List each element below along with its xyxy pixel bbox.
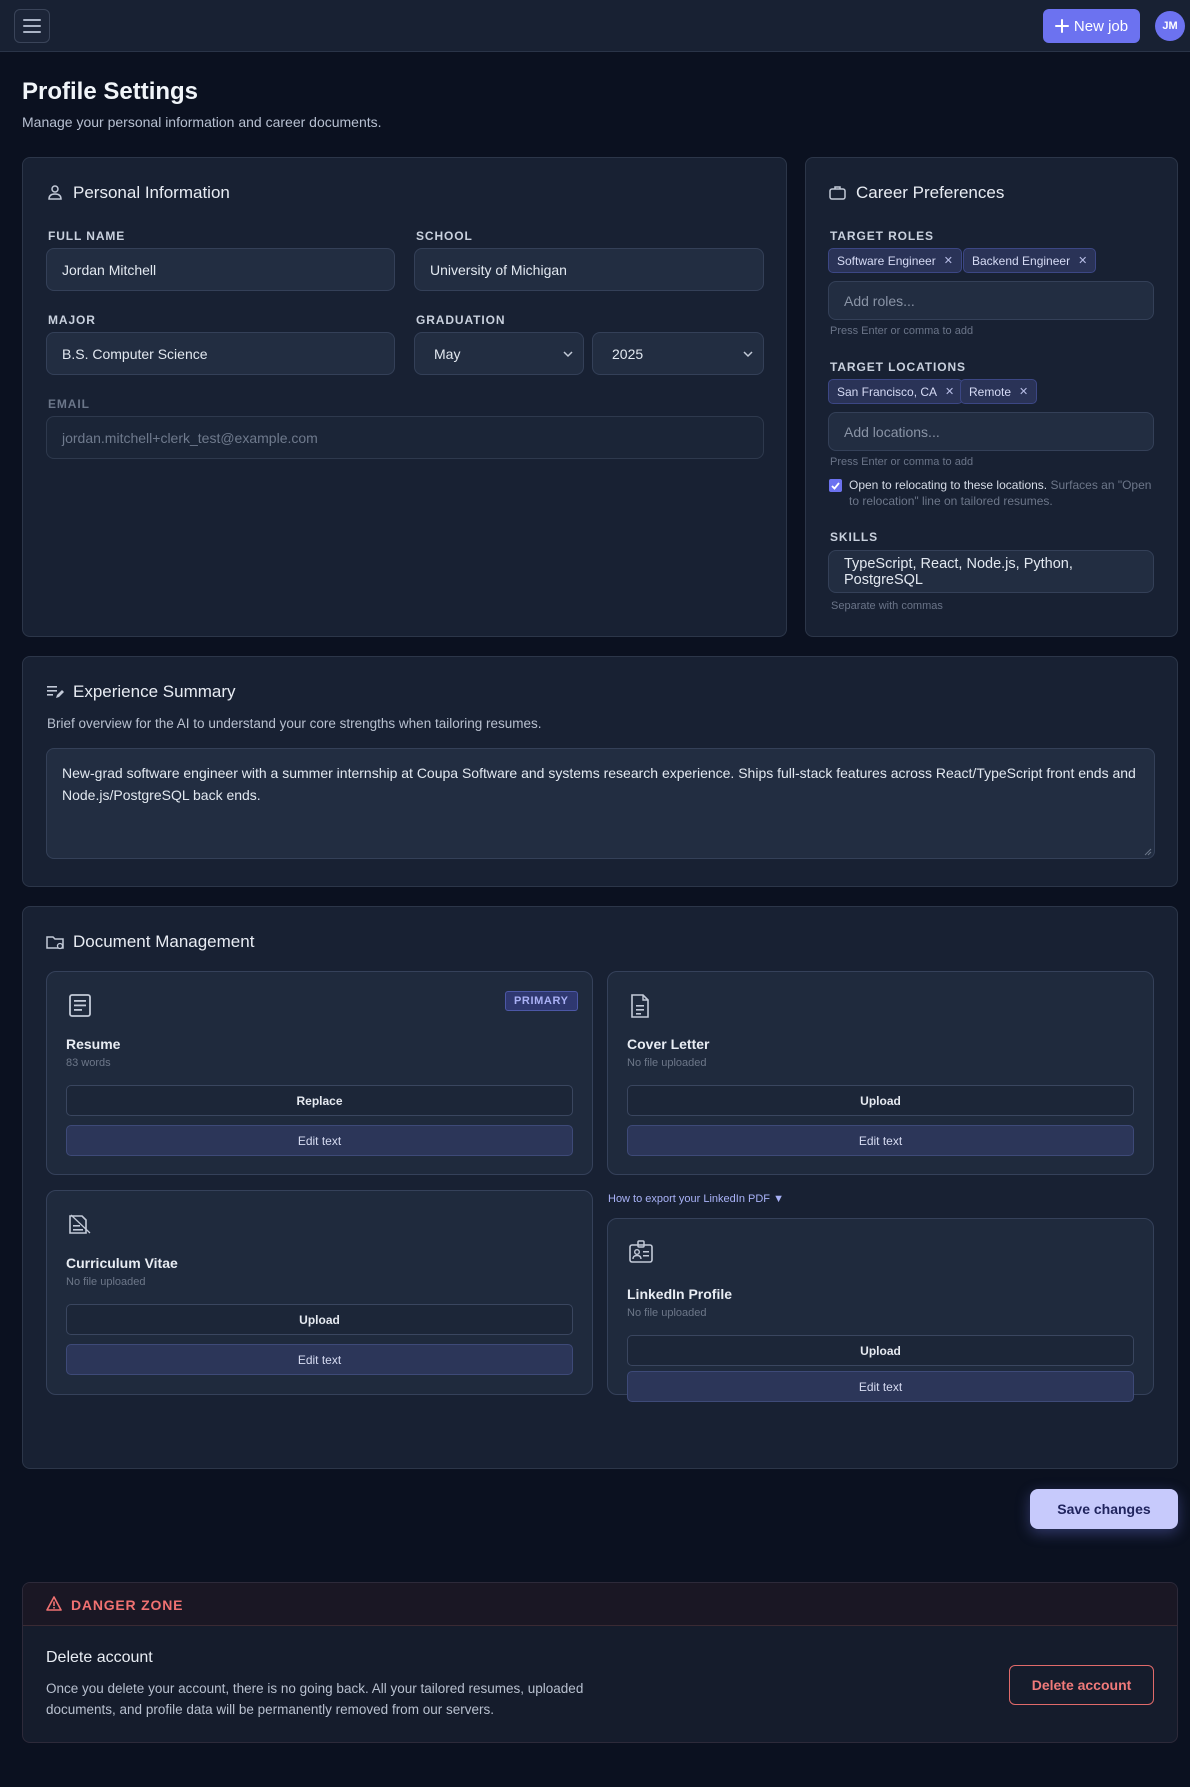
top-bar: New job JM [0,0,1190,52]
email-input: jordan.mitchell+clerk_test@example.com [46,416,764,459]
add-locations-input[interactable]: Add locations... [828,412,1154,451]
resume-card: PRIMARY Resume 83 words Replace Edit tex… [46,971,593,1175]
danger-zone-title: DANGER ZONE [71,1597,184,1613]
cv-name: Curriculum Vitae [66,1255,178,1271]
location-chip-label: Remote [969,384,1012,399]
school-input[interactable]: University of Michigan [414,248,764,291]
danger-zone-card: DANGER ZONE Delete account Once you dele… [22,1582,1178,1743]
graduation-month-select[interactable]: May [414,332,584,375]
skills-label: SKILLS [830,530,879,544]
location-chip: San Francisco, CA ✕ [828,379,964,404]
graduation-label: GRADUATION [416,313,506,327]
page-title: Profile Settings [22,78,199,105]
user-icon [48,185,62,200]
id-badge-icon [629,1240,653,1263]
cv-status: No file uploaded [66,1276,146,1288]
new-job-button[interactable]: New job [1043,9,1140,43]
cover-letter-card: Cover Letter No file uploaded Upload Edi… [607,971,1154,1175]
warning-icon [46,1596,62,1611]
role-chip-label: Software Engineer [837,253,936,268]
major-label: MAJOR [48,313,96,327]
edit-notes-icon [47,686,64,698]
edit-text-button[interactable]: Edit text [627,1125,1134,1156]
folder-settings-icon [46,936,64,950]
resize-handle-icon[interactable] [1144,848,1152,856]
personal-information-card: Personal Information FULL NAME Jordan Mi… [22,157,787,637]
file-text-icon [631,994,649,1018]
cover-letter-name: Cover Letter [627,1036,710,1052]
location-chip: Remote ✕ [960,379,1038,404]
remove-chip-icon[interactable]: ✕ [1019,385,1028,398]
document-edit-icon [69,1214,91,1234]
full-name-input[interactable]: Jordan Mitchell [46,248,395,291]
graduation-year-value: 2025 [612,345,644,362]
skills-hint: Separate with commas [831,600,943,612]
edit-text-button[interactable]: Edit text [66,1125,573,1156]
replace-button[interactable]: Replace [66,1085,573,1116]
linkedin-name: LinkedIn Profile [627,1286,733,1302]
linkedin-status: No file uploaded [627,1307,707,1319]
full-name-label: FULL NAME [48,229,126,243]
add-roles-input[interactable]: Add roles... [828,281,1154,320]
graduation-year-select[interactable]: 2025 [592,332,764,375]
page-subtitle: Manage your personal information and car… [22,114,382,130]
new-job-label: New job [1073,17,1129,35]
role-chip-label: Backend Engineer [972,253,1071,268]
delete-account-button[interactable]: Delete account [1009,1665,1154,1705]
target-roles-label: TARGET ROLES [830,229,934,243]
career-preferences-title: Career Preferences [856,183,1005,202]
email-label: EMAIL [48,397,90,411]
upload-button[interactable]: Upload [66,1304,573,1335]
relocate-label: Open to relocating to these locations. [849,478,1048,492]
locations-hint: Press Enter or comma to add [830,456,974,468]
major-input[interactable]: B.S. Computer Science [46,332,395,375]
skills-input[interactable]: TypeScript, React, Node.js, Python, Post… [828,550,1154,593]
document-lines-icon [69,994,91,1017]
roles-hint: Press Enter or comma to add [830,325,974,337]
graduation-month-value: May [434,345,461,362]
danger-zone-header: DANGER ZONE [23,1583,1177,1626]
remove-chip-icon[interactable]: ✕ [1078,254,1087,267]
personal-information-title: Personal Information [73,183,230,202]
resume-name: Resume [66,1036,121,1052]
linkedin-export-help-link[interactable]: How to export your LinkedIn PDF ▼ [608,1193,784,1205]
experience-summary-card: Experience Summary Brief overview for th… [22,656,1178,887]
avatar[interactable]: JM [1155,11,1185,41]
resume-word-count: 83 words [66,1057,111,1069]
relocate-checkbox[interactable] [829,479,842,492]
target-locations-label: TARGET LOCATIONS [830,360,966,374]
chevron-down-icon [563,350,573,357]
school-label: SCHOOL [416,229,473,243]
experience-summary-text: New-grad software engineer with a summer… [62,765,1136,803]
menu-button[interactable] [14,9,50,43]
experience-summary-textarea[interactable]: New-grad software engineer with a summer… [46,748,1155,859]
curriculum-vitae-card: Curriculum Vitae No file uploaded Upload… [46,1190,593,1395]
document-management-title: Document Management [73,932,255,951]
checkmark-icon [831,481,840,490]
remove-chip-icon[interactable]: ✕ [944,254,953,267]
remove-chip-icon[interactable]: ✕ [945,385,954,398]
edit-text-button[interactable]: Edit text [66,1344,573,1375]
delete-account-description: Once you delete your account, there is n… [46,1681,584,1717]
relocate-text: Open to relocating to these locations. S… [849,477,1159,509]
briefcase-icon [829,186,846,200]
primary-badge: PRIMARY [505,991,578,1011]
location-chip-label: San Francisco, CA [837,384,938,399]
experience-summary-title: Experience Summary [73,682,236,701]
document-management-card: Document Management PRIMARY Resume 83 wo… [22,906,1178,1469]
hamburger-icon [23,19,41,33]
cover-letter-status: No file uploaded [627,1057,707,1069]
save-changes-button[interactable]: Save changes [1030,1489,1178,1529]
experience-description: Brief overview for the AI to understand … [47,716,542,731]
linkedin-profile-card: LinkedIn Profile No file uploaded Upload… [607,1218,1154,1402]
upload-button[interactable]: Upload [627,1335,1134,1366]
upload-button[interactable]: Upload [627,1085,1134,1116]
role-chip: Software Engineer ✕ [828,248,962,273]
career-preferences-card: Career Preferences TARGET ROLES Software… [805,157,1178,637]
edit-text-button[interactable]: Edit text [627,1371,1134,1402]
delete-account-heading: Delete account [46,1649,153,1666]
role-chip: Backend Engineer ✕ [963,248,1097,273]
plus-icon [1054,19,1069,33]
chevron-down-icon [743,350,753,357]
